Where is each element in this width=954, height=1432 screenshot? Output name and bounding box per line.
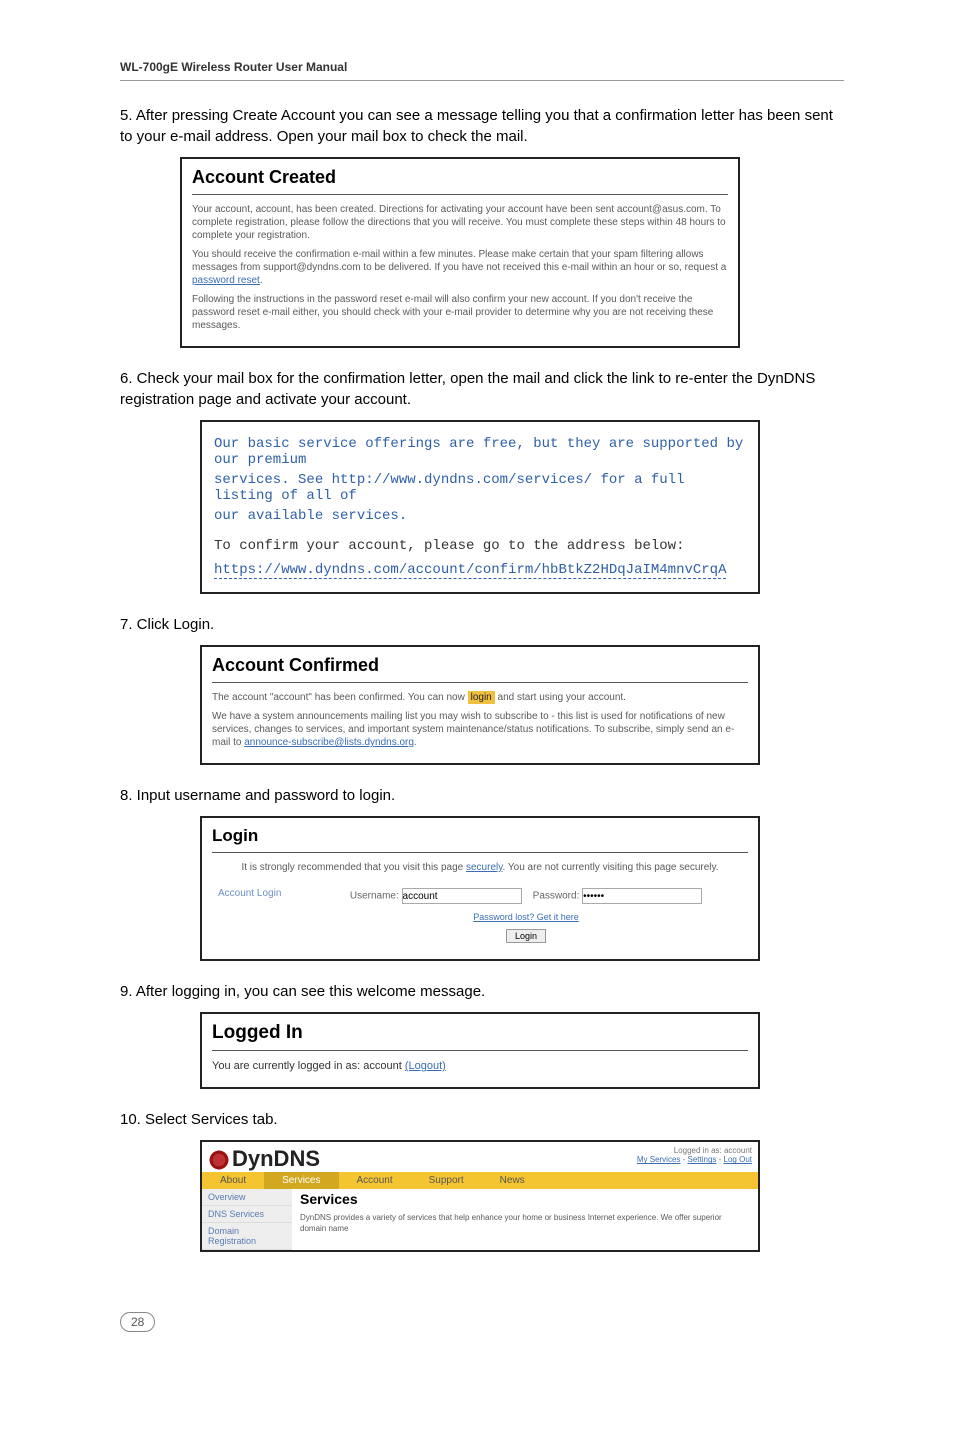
heading-account-confirmed: Account Confirmed <box>212 655 748 676</box>
services-body: DynDNS provides a variety of services th… <box>300 1213 750 1234</box>
gear-icon <box>208 1149 230 1171</box>
password-reset-link[interactable]: password reset <box>192 275 260 286</box>
created-p3: Following the instructions in the passwo… <box>192 293 728 332</box>
step-7: 7. Click Login. <box>120 614 844 635</box>
password-label: Password: <box>533 891 580 902</box>
top-link-services[interactable]: My Services <box>637 1155 681 1164</box>
heading-login: Login <box>212 826 748 846</box>
mail-l2: services. See http://www.dyndns.com/serv… <box>214 472 746 504</box>
username-input[interactable] <box>402 888 522 904</box>
created-p2: You should receive the confirmation e-ma… <box>192 248 728 287</box>
tab-services[interactable]: Services <box>264 1172 338 1189</box>
side-domain[interactable]: Domain Registration <box>202 1223 292 1250</box>
securely-link[interactable]: securely <box>466 862 503 873</box>
mail-l3: our available services. <box>214 508 746 524</box>
screenshot-account-confirmed: Account Confirmed The account "account" … <box>200 645 760 765</box>
sidebar-account-login: Account Login <box>214 882 304 949</box>
logged-in-msg: You are currently logged in as: account … <box>212 1059 748 1073</box>
step-6: 6. Check your mail box for the confirmat… <box>120 368 844 410</box>
login-link-highlight[interactable]: login <box>468 691 495 704</box>
top-link-logout[interactable]: Log Out <box>724 1155 752 1164</box>
login-button[interactable]: Login <box>506 929 546 943</box>
screenshot-account-created: Account Created Your account, account, h… <box>180 157 740 348</box>
login-note: It is strongly recommended that you visi… <box>212 861 748 874</box>
announce-link[interactable]: announce-subscribe@lists.dyndns.org <box>244 737 414 748</box>
step-5: 5. After pressing Create Account you can… <box>120 105 844 147</box>
mail-confirm-url[interactable]: https://www.dyndns.com/account/confirm/h… <box>214 562 746 578</box>
services-sidebar: Overview DNS Services Domain Registratio… <box>202 1189 292 1250</box>
top-link-settings[interactable]: Settings <box>688 1155 717 1164</box>
tab-account[interactable]: Account <box>339 1172 411 1189</box>
forgot-password-link[interactable]: Password lost? Get it here <box>473 912 579 922</box>
confirmed-p2: We have a system announcements mailing l… <box>212 710 748 749</box>
username-label: Username: <box>350 891 399 902</box>
password-input[interactable] <box>582 888 702 904</box>
top-right-status: Logged in as: account My Services - Sett… <box>637 1146 752 1164</box>
screenshot-logged-in: Logged In You are currently logged in as… <box>200 1012 760 1089</box>
screenshot-mail: Our basic service offerings are free, bu… <box>200 420 760 594</box>
mail-l1: Our basic service offerings are free, bu… <box>214 436 746 468</box>
mail-l4: To confirm your account, please go to th… <box>214 538 746 554</box>
page-header: WL-700gE Wireless Router User Manual <box>120 60 844 81</box>
page-number: 28 <box>120 1312 155 1332</box>
step-8: 8. Input username and password to login. <box>120 785 844 806</box>
screenshot-login: Login It is strongly recommended that yo… <box>200 816 760 961</box>
step-9: 9. After logging in, you can see this we… <box>120 981 844 1002</box>
side-dns[interactable]: DNS Services <box>202 1206 292 1223</box>
heading-logged-in: Logged In <box>212 1022 748 1044</box>
screenshot-dyndns-services: DynDNS Logged in as: account My Services… <box>200 1140 760 1252</box>
dyndns-logo: DynDNS <box>208 1146 320 1172</box>
created-p1: Your account, account, has been created.… <box>192 203 728 242</box>
tab-about[interactable]: About <box>202 1172 264 1189</box>
side-overview[interactable]: Overview <box>202 1189 292 1206</box>
tab-bar: About Services Account Support News <box>202 1172 758 1189</box>
logout-link[interactable]: (Logout) <box>405 1060 446 1072</box>
step-10: 10. Select Services tab. <box>120 1109 844 1130</box>
confirmed-line: The account "account" has been confirmed… <box>212 691 748 704</box>
tab-support[interactable]: Support <box>411 1172 482 1189</box>
services-heading: Services <box>300 1191 750 1207</box>
heading-account-created: Account Created <box>192 167 728 188</box>
login-form: Account Login Username: Password: Passwo… <box>212 880 748 951</box>
tab-news[interactable]: News <box>482 1172 543 1189</box>
